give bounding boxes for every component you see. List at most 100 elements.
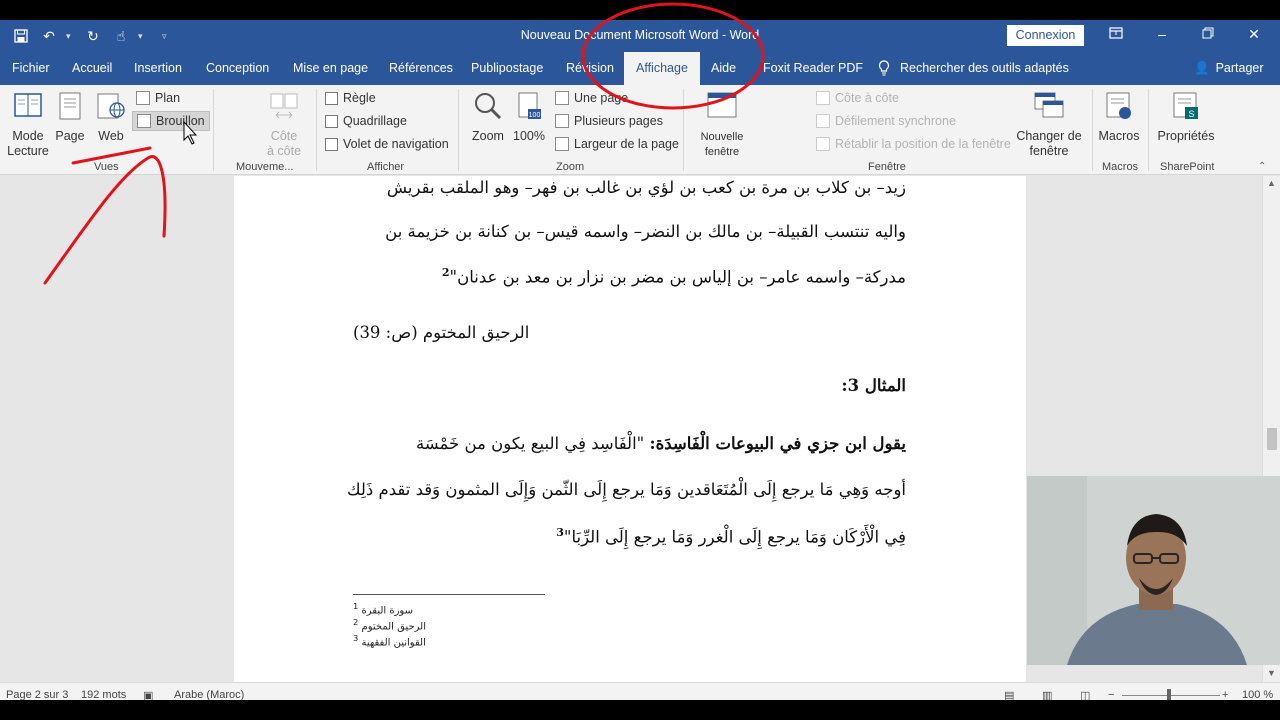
volet-navigation-checkbox[interactable]: Volet de navigation: [325, 134, 449, 154]
proprietes-label: Propriétés: [1157, 129, 1215, 143]
tab-references[interactable]: Références: [389, 61, 453, 75]
footnote-3: 3 القوانين الفقهية: [353, 633, 426, 648]
reset-position-icon: [816, 137, 830, 151]
collapse-ribbon-icon[interactable]: ⌃: [1258, 161, 1266, 172]
print-layout-view-icon[interactable]: ▥: [1042, 689, 1052, 700]
macros-button-label: Macros: [1098, 129, 1140, 143]
zoom-out-icon[interactable]: −: [1108, 689, 1114, 700]
zoom-slider[interactable]: [1122, 695, 1220, 696]
tab-insertion[interactable]: Insertion: [134, 61, 182, 75]
quadrillage-checkbox[interactable]: Quadrillage: [325, 111, 407, 131]
plan-button[interactable]: Plan: [136, 88, 180, 108]
tab-fichier[interactable]: Fichier: [12, 61, 50, 75]
regle-check[interactable]: [325, 91, 338, 105]
plusieurs-pages-button[interactable]: Plusieurs pages: [555, 111, 663, 131]
une-page-button[interactable]: Une page: [555, 88, 628, 108]
switch-window-icon: [1014, 91, 1084, 125]
cote-a-cote-small-button[interactable]: Côte à côte: [816, 88, 899, 108]
quadrillage-label: Quadrillage: [343, 114, 407, 128]
une-page-label: Une page: [574, 91, 629, 105]
group-separator: [1092, 89, 1093, 171]
minimize-icon[interactable]: –: [1152, 26, 1172, 42]
connexion-button[interactable]: Connexion: [1007, 25, 1084, 46]
page-count[interactable]: Page 2 sur 3: [6, 689, 68, 700]
tab-mise-en-page[interactable]: Mise en page: [293, 61, 368, 75]
largeur-page-button[interactable]: Largeur de la page: [555, 134, 679, 154]
tab-aide[interactable]: Aide: [711, 61, 736, 75]
doc-paragraph-start: يقول ابن جزي في البيوعات الْفَاسِدَة: "ا…: [416, 434, 906, 453]
brouillon-label: Brouillon: [156, 114, 205, 128]
changer-label-2: fenêtre: [1029, 144, 1069, 158]
scroll-thumb[interactable]: [1267, 428, 1277, 450]
word-window: ↶ ▾ ↻ ☝ ▾ ▿ Nouveau Document Microsoft W…: [0, 20, 1280, 700]
proprietes-button[interactable]: S Propriétés: [1156, 91, 1216, 144]
web-layout-button[interactable]: Web: [94, 91, 128, 144]
tab-publipostage[interactable]: Publipostage: [471, 61, 543, 75]
tab-revision[interactable]: Révision: [566, 61, 614, 75]
zoom-button[interactable]: Zoom: [468, 91, 508, 144]
zoom-slider-thumb[interactable]: [1167, 689, 1171, 700]
citation: الرحيق المختوم (ص: 39): [353, 323, 530, 342]
zoom-100-button[interactable]: 100 100%: [510, 91, 548, 144]
ribbon-display-options-icon[interactable]: [1106, 26, 1126, 42]
group-separator: [213, 89, 214, 171]
nouvelle-fenetre-label-2: fenêtre: [704, 146, 740, 158]
read-mode-view-icon[interactable]: ▤: [1004, 689, 1014, 700]
quadrillage-check[interactable]: [325, 114, 338, 128]
changer-fenetre-button[interactable]: Changer de fenêtre: [1014, 91, 1084, 159]
tab-accueil[interactable]: Accueil: [72, 61, 112, 75]
volet-check[interactable]: [325, 137, 338, 151]
brouillon-button[interactable]: Brouillon: [132, 111, 210, 131]
paragraph-rest: "الْفَاسِد فِي البيع يكون من خَمْسَة: [415, 434, 650, 453]
footnote-2-num: 2: [353, 617, 359, 627]
tell-me-search[interactable]: Rechercher des outils adaptés: [878, 60, 1069, 76]
mode-lecture-button[interactable]: Mode Lecture: [6, 91, 50, 159]
ribbon-affichage: Mode Lecture Page Web Plan Brouillon Vue…: [0, 85, 1280, 175]
side-by-side-small-icon: [816, 91, 830, 105]
cote-label-1: Côte: [270, 129, 298, 143]
web-label: Web: [98, 129, 124, 143]
page-label: Page: [55, 129, 85, 143]
language[interactable]: Arabe (Maroc): [174, 689, 244, 700]
zoom-in-icon[interactable]: +: [1222, 689, 1228, 700]
word-count[interactable]: 192 mots: [81, 689, 126, 700]
proofing-icon[interactable]: ▣: [143, 689, 153, 700]
share-button[interactable]: 👤 Partager: [1194, 61, 1264, 76]
changer-label-1: Changer de: [1016, 129, 1082, 143]
zoom-button-label: Zoom: [472, 129, 504, 143]
page-layout-button[interactable]: Page: [54, 91, 86, 144]
footnote-3-num: 3: [353, 633, 359, 643]
document-page[interactable]: زيد– بن كلاب بن مرة بن كعب بن لؤي بن غال…: [234, 176, 1026, 682]
scroll-up-icon[interactable]: ▲: [1267, 178, 1276, 188]
tab-foxit-reader-pdf[interactable]: Foxit Reader PDF: [763, 61, 863, 75]
doc-line-3: مدركة– واسمه عامر– بن إلياس بن مضر بن نز…: [442, 266, 906, 287]
regle-label: Règle: [343, 91, 376, 105]
retablir-position-button[interactable]: Rétablir la position de la fenêtre: [816, 134, 1011, 154]
page-width-icon: [555, 137, 569, 151]
cote-a-cote-button[interactable]: Côte à côte: [262, 91, 306, 159]
page-icon: [54, 91, 86, 125]
close-icon[interactable]: ✕: [1244, 26, 1264, 43]
svg-text:S: S: [1188, 109, 1194, 119]
doc-line-6: فِي الْأَرْكَان وَمَا يرجع إِلَى الْغرر …: [556, 526, 906, 547]
group-label-mouvement: Mouveme...: [236, 161, 294, 173]
svg-text:100: 100: [529, 112, 541, 119]
tab-affichage[interactable]: Affichage: [624, 52, 700, 85]
macros-button[interactable]: Macros: [1096, 91, 1142, 144]
defilement-synchrone-button[interactable]: Défilement synchrone: [816, 111, 956, 131]
nouvelle-fenetre-button[interactable]: Nouvelle fenêtre: [692, 91, 752, 160]
group-separator: [316, 89, 317, 171]
group-label-macros: Macros: [1102, 161, 1139, 173]
ribbon-tabs: Fichier Accueil Insertion Conception Mis…: [0, 52, 1280, 85]
restore-icon[interactable]: [1198, 26, 1218, 42]
regle-checkbox[interactable]: Règle: [325, 88, 376, 108]
web-layout-view-icon[interactable]: ◫: [1080, 689, 1090, 700]
plan-label: Plan: [155, 91, 181, 105]
tab-conception[interactable]: Conception: [206, 61, 269, 75]
zoom-100-icon: 100: [510, 91, 548, 125]
group-label-fenetre: Fenêtre: [868, 161, 906, 173]
zoom-100-label: 100%: [513, 129, 545, 143]
zoom-level[interactable]: 100 %: [1242, 689, 1273, 700]
scroll-down-icon[interactable]: ▼: [1267, 668, 1276, 678]
footnote-2-text: الرحيق المختوم: [361, 621, 427, 633]
